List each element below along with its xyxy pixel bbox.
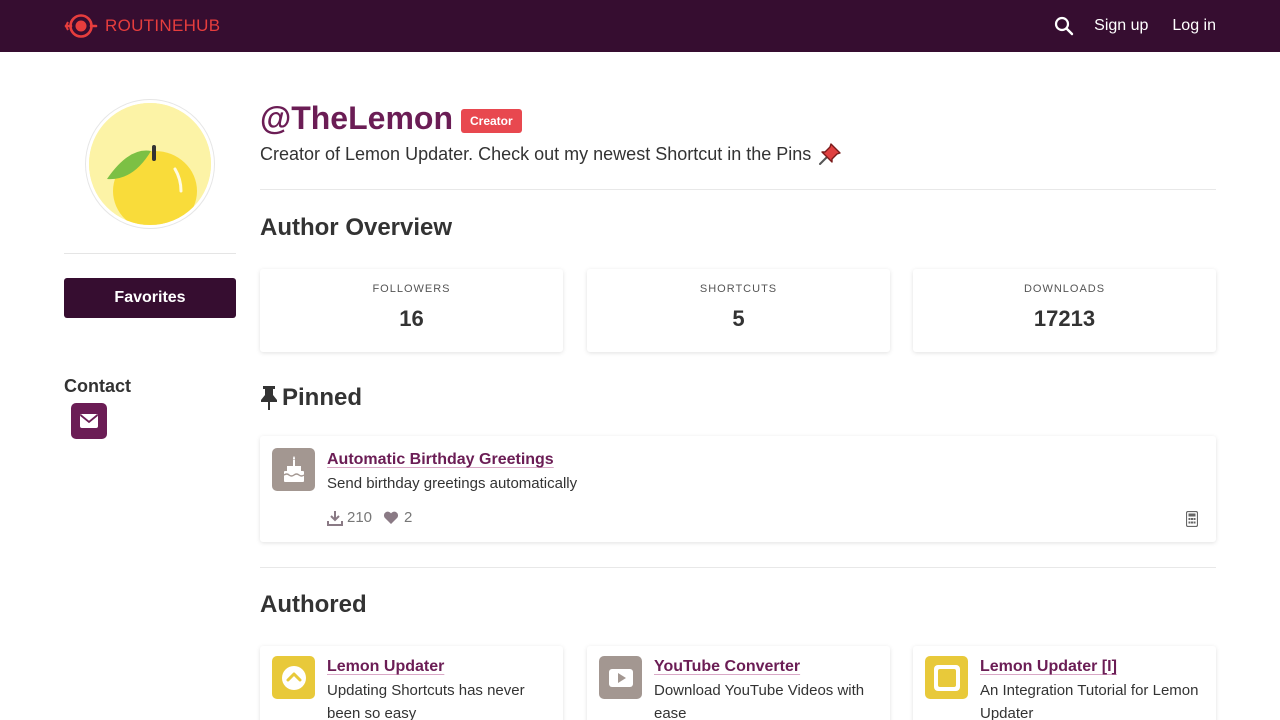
calculator-icon <box>1186 511 1198 527</box>
top-navbar: ROUTINEHUB Sign up Log in <box>0 0 1280 52</box>
routinehub-logo-icon <box>64 14 98 38</box>
pinned-title: Pinned <box>282 384 363 411</box>
authored-shortcut-title[interactable]: Lemon Updater [I] <box>980 658 1117 676</box>
routinehub-logo[interactable]: ROUTINEHUB <box>64 12 220 40</box>
stat-label: FOLLOWERS <box>372 283 451 295</box>
profile-header: @TheLemon Creator <box>260 100 522 137</box>
shortcuts-stat-card: SHORTCUTS 5 <box>587 269 890 352</box>
authored-shortcut-card[interactable]: YouTube Converter Download YouTube Video… <box>587 646 890 720</box>
pinned-shortcut-title[interactable]: Automatic Birthday Greetings <box>327 451 554 469</box>
authored-shortcut-title[interactable]: YouTube Converter <box>654 658 800 676</box>
authored-shortcut-description: An Integration Tutorial for Lemon Update… <box>980 682 1199 720</box>
square-icon <box>925 656 968 699</box>
brand-name: ROUTINEHUB <box>105 16 221 35</box>
pinned-shortcut-description: Send birthday greetings automatically <box>327 475 578 492</box>
sidebar-divider <box>64 253 236 254</box>
authored-shortcut-card[interactable]: Lemon Updater [I] An Integration Tutoria… <box>913 646 1216 720</box>
log-in-link[interactable]: Log in <box>1172 17 1216 35</box>
play-icon <box>599 656 642 699</box>
lemon-avatar-icon <box>89 103 211 225</box>
avatar <box>86 100 214 228</box>
stat-value: 16 <box>399 306 424 331</box>
pinned-heading: Pinned <box>260 384 362 412</box>
sign-up-link[interactable]: Sign up <box>1094 17 1148 35</box>
envelope-icon <box>79 414 99 428</box>
stat-label: SHORTCUTS <box>699 283 778 295</box>
pinned-shortcut-meta: 210 2 <box>327 509 412 526</box>
stat-value: 5 <box>732 306 745 331</box>
downloads-stat-card: DOWNLOADS 17213 <box>913 269 1216 352</box>
pushpin-icon <box>819 143 841 165</box>
followers-stat-card: FOLLOWERS 16 <box>260 269 563 352</box>
pinned-shortcut-card[interactable]: Automatic Birthday Greetings Send birthd… <box>260 436 1216 542</box>
heart-icon <box>384 511 399 524</box>
header-divider <box>260 189 1216 190</box>
profile-bio: Creator of Lemon Updater. Check out my n… <box>260 141 843 167</box>
stat-value: 17213 <box>1033 306 1096 331</box>
pinned-divider <box>260 567 1216 568</box>
nav-actions: Sign up Log in <box>1054 0 1216 52</box>
contact-heading: Contact <box>64 376 131 396</box>
username: @TheLemon <box>260 100 453 136</box>
like-count: 2 <box>404 509 413 526</box>
authored-heading: Authored <box>260 591 367 618</box>
search-icon[interactable] <box>1054 16 1074 36</box>
authored-shortcut-description: Updating Shortcuts has never been so eas… <box>327 682 525 720</box>
birthday-cake-icon <box>272 448 315 491</box>
authored-shortcut-description: Download YouTube Videos with ease <box>654 682 865 720</box>
authored-shortcut-title[interactable]: Lemon Updater <box>327 658 444 676</box>
stat-label: DOWNLOADS <box>1023 283 1106 295</box>
favorites-button[interactable]: Favorites <box>64 278 236 318</box>
creator-badge: Creator <box>460 108 522 133</box>
bio-text: Creator of Lemon Updater. Check out my n… <box>260 143 812 164</box>
author-overview-heading: Author Overview <box>260 214 453 241</box>
chevron-up-icon <box>272 656 315 699</box>
download-count: 210 <box>347 509 373 526</box>
download-icon <box>327 510 343 526</box>
email-contact-button[interactable] <box>71 403 107 439</box>
authored-shortcut-card[interactable]: Lemon Updater Updating Shortcuts has nev… <box>260 646 563 720</box>
thumbtack-icon <box>261 386 277 410</box>
